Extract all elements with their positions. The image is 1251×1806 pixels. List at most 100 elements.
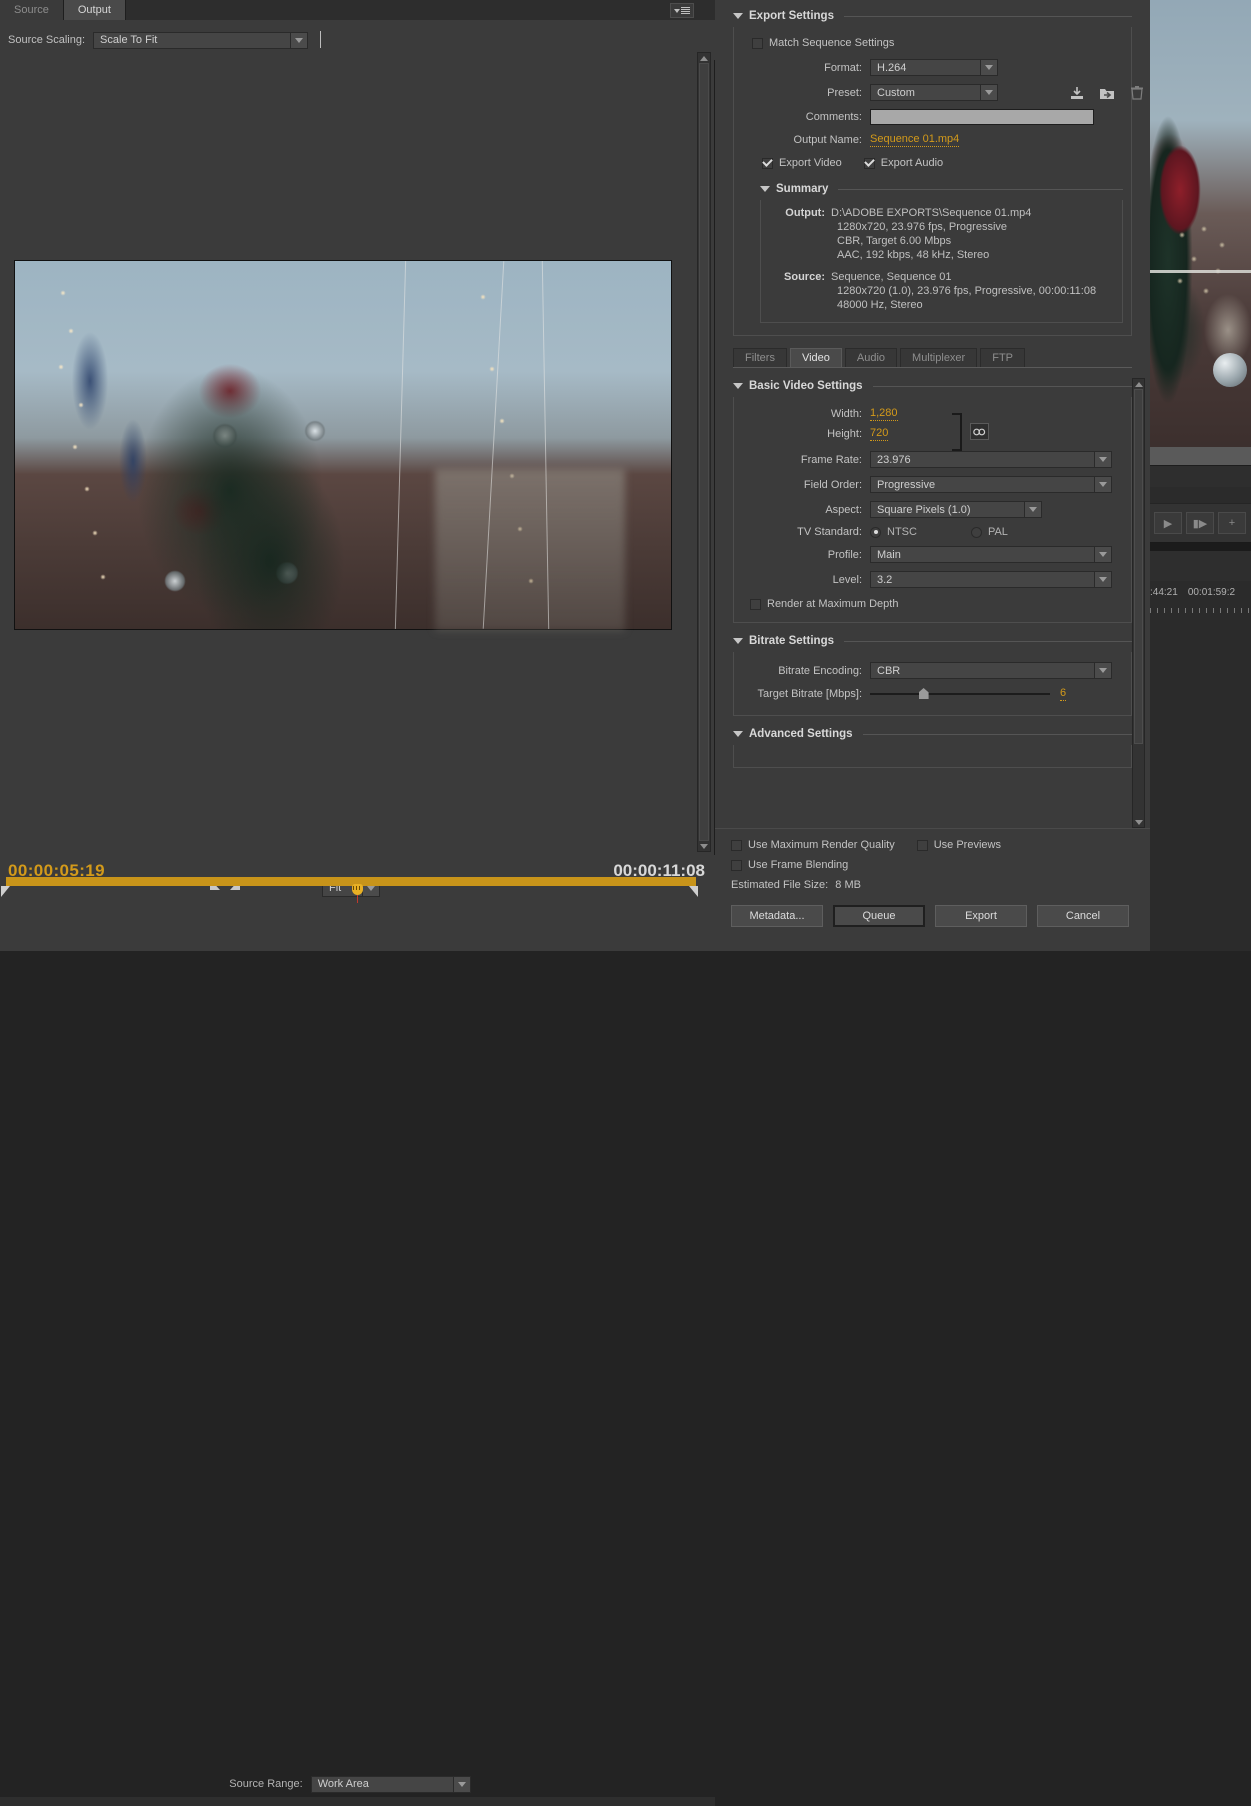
max-render-quality-label: Use Maximum Render Quality — [748, 839, 895, 851]
queue-button[interactable]: Queue — [833, 905, 925, 927]
settings-vertical-scrollbar[interactable] — [1132, 378, 1145, 828]
frame-rate-select[interactable]: 23.976 — [870, 451, 1112, 468]
frame-blending-row[interactable]: Use Frame Blending — [731, 859, 848, 871]
format-select[interactable]: H.264 — [870, 59, 998, 76]
scrollbar-thumb[interactable] — [1134, 389, 1143, 744]
divider — [872, 385, 1132, 387]
tv-standard-pal-radio[interactable] — [970, 526, 982, 538]
divider — [838, 188, 1123, 190]
collapse-caret-icon[interactable] — [760, 186, 770, 192]
match-sequence-row[interactable]: Match Sequence Settings — [752, 37, 1123, 49]
metadata-button[interactable]: Metadata... — [731, 905, 823, 927]
output-name-row: Output Name: Sequence 01.mp4 — [742, 133, 1123, 147]
background-ruler — [1150, 487, 1251, 501]
max-render-quality-checkbox[interactable] — [731, 839, 742, 851]
export-video-row[interactable]: Export Video — [762, 157, 842, 169]
scroll-up-icon[interactable] — [698, 53, 710, 63]
scroll-down-icon[interactable] — [698, 841, 710, 851]
use-previews-checkbox[interactable] — [916, 839, 928, 851]
summary-output-line: Output: D:\ADOBE EXPORTS\Sequence 01.mp4 — [769, 206, 1114, 220]
match-sequence-checkbox[interactable] — [752, 37, 763, 49]
bitrate-header[interactable]: Bitrate Settings — [733, 635, 1132, 647]
tab-output[interactable]: Output — [63, 0, 126, 20]
preview-building — [435, 469, 625, 631]
range-handle-left[interactable] — [1, 886, 10, 897]
basic-video-header[interactable]: Basic Video Settings — [733, 380, 1132, 392]
target-bitrate-value[interactable]: 6 — [1060, 687, 1067, 701]
preset-action-icons — [1068, 84, 1146, 102]
tab-ftp[interactable]: FTP — [980, 348, 1025, 367]
background-timeline-area — [1150, 551, 1251, 581]
preview-vertical-scrollbar[interactable] — [697, 52, 711, 852]
delete-preset-icon[interactable] — [1128, 84, 1146, 102]
frame-blending-checkbox[interactable] — [731, 859, 742, 871]
width-value[interactable]: 1,280 — [870, 407, 898, 421]
profile-select[interactable]: Main — [870, 546, 1112, 563]
slider-knob[interactable] — [918, 688, 929, 699]
collapse-caret-icon[interactable] — [733, 731, 743, 737]
tv-standard-ntsc-radio[interactable] — [870, 526, 881, 538]
range-handle-right[interactable] — [689, 886, 698, 897]
advanced-title: Advanced Settings — [749, 728, 853, 740]
use-previews-row[interactable]: Use Previews — [916, 839, 1001, 851]
source-range-select[interactable]: Work Area — [310, 1775, 471, 1793]
source-range-value: Work Area — [317, 1778, 369, 1790]
summary-group: Summary Output: D:\ADOBE EXPORTS\Sequenc… — [760, 183, 1123, 323]
bitrate-encoding-value: CBR — [877, 664, 901, 677]
category-tab-bar: Filters Video Audio Multiplexer FTP — [733, 348, 1150, 367]
bg-timecode-right: 00:01:59:2 — [1187, 586, 1236, 598]
aspect-select[interactable]: Square Pixels (1.0) — [870, 501, 1042, 518]
height-label: Height: — [827, 428, 862, 440]
scroll-up-icon[interactable] — [1133, 379, 1144, 389]
panel-menu-icon[interactable] — [670, 3, 694, 18]
field-order-select[interactable]: Progressive — [870, 476, 1112, 493]
cancel-button[interactable]: Cancel — [1037, 905, 1129, 927]
source-scaling-select[interactable]: Scale To Fit — [93, 31, 309, 49]
text-caret — [320, 31, 321, 48]
basic-video-title: Basic Video Settings — [749, 380, 863, 392]
tab-multiplexer[interactable]: Multiplexer — [900, 348, 978, 367]
aspect-value: Square Pixels (1.0) — [877, 503, 971, 516]
comments-input[interactable] — [870, 109, 1094, 125]
export-video-checkbox[interactable] — [762, 157, 773, 169]
tab-filters[interactable]: Filters — [733, 348, 787, 367]
background-transport-controls[interactable]: ▶ ▮▶ + — [1150, 503, 1251, 543]
render-max-depth-checkbox[interactable] — [750, 598, 761, 610]
bitrate-encoding-select[interactable]: CBR — [870, 662, 1112, 679]
tab-audio[interactable]: Audio — [844, 348, 898, 367]
scrub-bar[interactable] — [6, 877, 696, 886]
collapse-caret-icon[interactable] — [733, 383, 743, 389]
export-settings-header[interactable]: Export Settings — [733, 10, 1132, 22]
summary-output-video: 1280x720, 23.976 fps, Progressive — [837, 221, 1008, 233]
render-max-depth-row[interactable]: Render at Maximum Depth — [750, 598, 1123, 610]
collapse-caret-icon[interactable] — [733, 638, 743, 644]
playhead[interactable] — [352, 884, 363, 903]
tv-standard-ntsc-label: NTSC — [887, 526, 917, 538]
bg-step-forward-button[interactable]: ▮▶ — [1186, 512, 1214, 534]
chain-link-icon[interactable] — [970, 423, 989, 440]
import-preset-icon[interactable] — [1098, 84, 1116, 102]
export-audio-checkbox[interactable] — [863, 157, 875, 169]
level-select[interactable]: 3.2 — [870, 571, 1112, 588]
max-render-quality-row[interactable]: Use Maximum Render Quality — [731, 839, 895, 851]
background-timeline-ruler — [1150, 603, 1251, 615]
export-button[interactable]: Export — [935, 905, 1027, 927]
scroll-down-icon[interactable] — [1133, 817, 1144, 827]
bg-play-button[interactable]: ▶ — [1154, 512, 1182, 534]
export-audio-row[interactable]: Export Audio — [863, 157, 943, 169]
summary-source-video: 1280x720 (1.0), 23.976 fps, Progressive,… — [837, 285, 1097, 297]
summary-header[interactable]: Summary — [760, 183, 1123, 195]
collapse-caret-icon[interactable] — [733, 13, 743, 19]
target-bitrate-slider[interactable] — [870, 688, 1050, 699]
scrollbar-thumb[interactable] — [699, 63, 709, 841]
aspect-link-widget — [952, 411, 998, 455]
target-bitrate-label: Target Bitrate [Mbps]: — [757, 688, 862, 700]
preset-select[interactable]: Custom — [870, 84, 998, 101]
bg-extra-button[interactable]: + — [1218, 512, 1246, 534]
height-value[interactable]: 720 — [870, 427, 889, 441]
output-name-link[interactable]: Sequence 01.mp4 — [870, 133, 960, 147]
save-preset-icon[interactable] — [1068, 84, 1086, 102]
tab-video[interactable]: Video — [789, 348, 842, 367]
advanced-header[interactable]: Advanced Settings — [733, 728, 1132, 740]
tab-source[interactable]: Source — [0, 0, 64, 20]
